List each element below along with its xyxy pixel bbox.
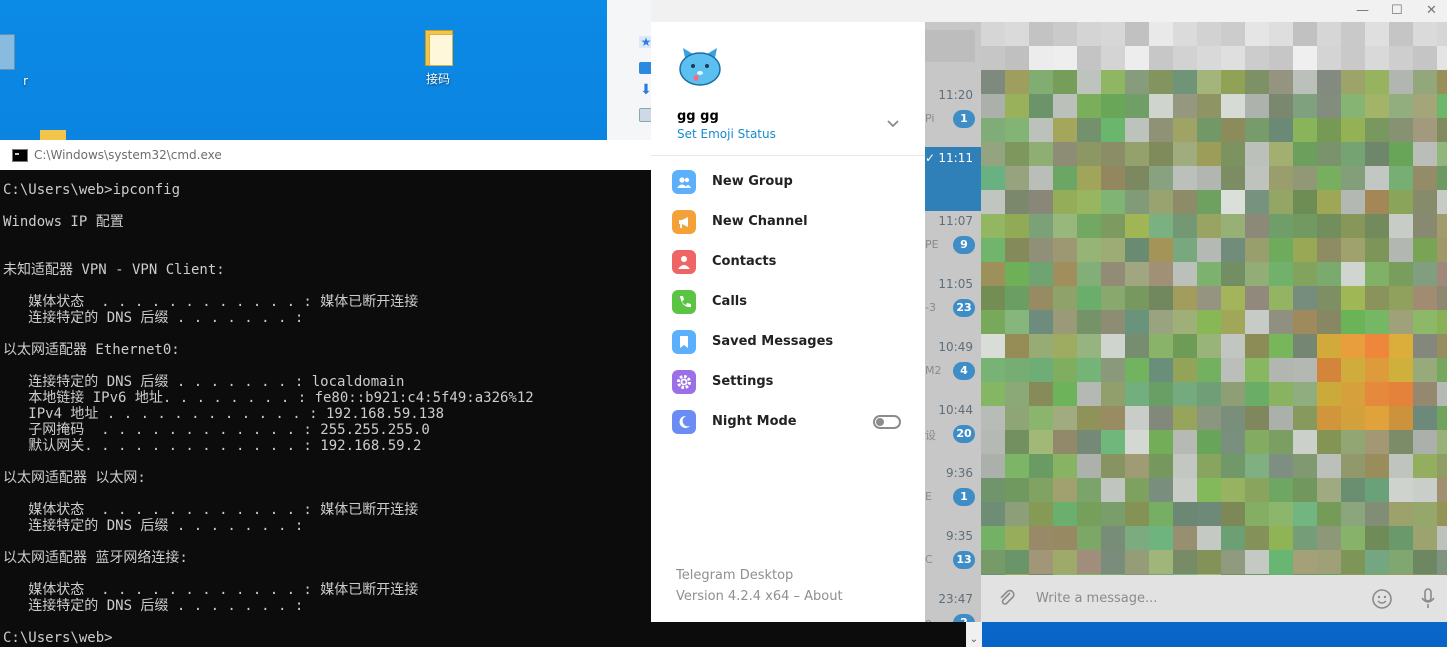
chat-snippet: o bbox=[925, 616, 932, 622]
chat-snippet: E bbox=[925, 490, 932, 503]
menu-item-new-channel[interactable]: New Channel bbox=[651, 202, 925, 242]
menu-item-calls[interactable]: Calls bbox=[651, 282, 925, 322]
menu-item-saved-messages[interactable]: Saved Messages bbox=[651, 322, 925, 362]
chat-list-item[interactable]: 9:35 C 13 bbox=[925, 525, 981, 589]
unread-badge: 13 bbox=[953, 551, 975, 569]
chat-pane[interactable]: Write a message... bbox=[981, 22, 1447, 622]
bookmark-icon bbox=[672, 330, 696, 354]
chat-time: 11:20 bbox=[938, 88, 973, 102]
close-icon[interactable]: ✕ bbox=[1426, 3, 1437, 18]
chat-list-item[interactable]: 10:44 设 20 bbox=[925, 399, 981, 463]
desktop-icon-folder[interactable]: 接码 bbox=[408, 28, 468, 87]
menu-item-new-group[interactable]: New Group bbox=[651, 162, 925, 202]
chat-time: 11:05 bbox=[938, 277, 973, 291]
telegram-main-menu: gg gg Set Emoji Status New Group New Chan… bbox=[651, 22, 925, 622]
chat-snippet: M2 bbox=[925, 364, 942, 377]
cmd-title: C:\Windows\system32\cmd.exe bbox=[34, 148, 222, 162]
chat-time: 23:47 bbox=[938, 592, 973, 606]
microphone-icon[interactable] bbox=[1419, 587, 1437, 611]
chat-list-item[interactable]: 11:07 PE 9 bbox=[925, 210, 981, 274]
divider bbox=[651, 155, 925, 156]
chat-snippet: 设 bbox=[925, 429, 936, 442]
version-about-link[interactable]: Version 4.2.4 x64 – About bbox=[676, 589, 843, 604]
profile-avatar[interactable] bbox=[677, 44, 723, 90]
chat-list-item[interactable]: 11:20 Pi 1 bbox=[925, 84, 981, 148]
telegram-window[interactable]: — ☐ ✕ 11:20 Pi 1 11:11 ✓ 11:07 PE 9 11:05 -3 23 10:… bbox=[651, 0, 1447, 622]
menu-item-label: New Group bbox=[712, 174, 793, 189]
unread-badge: 9 bbox=[953, 236, 975, 254]
emoji-icon[interactable] bbox=[1371, 588, 1393, 610]
chat-list-item[interactable]: 11:05 -3 23 bbox=[925, 273, 981, 337]
folder-icon bbox=[423, 28, 453, 66]
menu-item-label: Saved Messages bbox=[712, 334, 834, 349]
menu-item-label: Calls bbox=[712, 294, 747, 309]
unread-badge: 20 bbox=[953, 425, 975, 443]
desktop-icon-partial[interactable]: r bbox=[0, 32, 30, 88]
chat-time: 10:44 bbox=[938, 403, 973, 417]
chat-list-item[interactable]: 11:11 ✓ bbox=[925, 147, 981, 211]
chat-time: 11:11 bbox=[938, 151, 973, 165]
attach-icon[interactable] bbox=[997, 588, 1017, 608]
chat-list-item[interactable]: 9:36 E 1 bbox=[925, 462, 981, 526]
person-icon bbox=[672, 250, 696, 274]
folder-icon bbox=[40, 130, 66, 140]
chat-time: 11:07 bbox=[938, 214, 973, 228]
read-check-icon: ✓ bbox=[925, 151, 936, 165]
app-name: Telegram Desktop bbox=[676, 568, 794, 583]
unread-badge: 2 bbox=[953, 614, 975, 622]
pixelated-chat-background bbox=[981, 22, 1447, 575]
menu-item-contacts[interactable]: Contacts bbox=[651, 242, 925, 282]
scroll-down-icon[interactable]: ⌄ bbox=[966, 634, 982, 645]
unread-badge: 1 bbox=[953, 110, 975, 128]
chat-snippet: PE bbox=[925, 238, 939, 251]
chat-snippet: -3 bbox=[925, 301, 936, 314]
menu-item-label: Settings bbox=[712, 374, 774, 389]
megaphone-icon bbox=[672, 210, 696, 234]
chat-list[interactable]: 11:20 Pi 1 11:11 ✓ 11:07 PE 9 11:05 -3 23 10:49 M2 4 1… bbox=[925, 22, 981, 622]
moon-icon bbox=[672, 410, 696, 434]
toggle-knob bbox=[876, 418, 884, 426]
phone-icon bbox=[672, 290, 696, 314]
gear-icon bbox=[672, 370, 696, 394]
chat-time: 9:35 bbox=[946, 529, 973, 543]
unread-badge: 4 bbox=[953, 362, 975, 380]
app-icon bbox=[0, 32, 15, 70]
unread-badge: 23 bbox=[953, 299, 975, 317]
explorer-window-partial: ★ ⬇ bbox=[607, 0, 655, 140]
chat-snippet: C bbox=[925, 553, 933, 566]
message-composer[interactable]: Write a message... bbox=[981, 575, 1447, 622]
unread-badge: 1 bbox=[953, 488, 975, 506]
menu-item-label: New Channel bbox=[712, 214, 808, 229]
menu-item-settings[interactable]: Settings bbox=[651, 362, 925, 402]
chat-snippet: Pi bbox=[925, 112, 935, 125]
chat-time: 9:36 bbox=[946, 466, 973, 480]
message-input[interactable]: Write a message... bbox=[1036, 591, 1157, 606]
telegram-titlebar[interactable]: — ☐ ✕ bbox=[651, 0, 1447, 22]
desktop-icon-label: r bbox=[23, 74, 28, 88]
desktop-icon-label: 接码 bbox=[425, 72, 450, 86]
menu-item-night-mode[interactable]: Night Mode bbox=[651, 402, 925, 442]
profile-name: gg gg bbox=[677, 109, 719, 124]
cmd-app-icon bbox=[12, 148, 28, 162]
night-mode-toggle[interactable] bbox=[873, 415, 901, 429]
chevron-down-icon[interactable] bbox=[886, 117, 900, 131]
chat-list-item[interactable]: 23:47 o 2 bbox=[925, 588, 981, 622]
set-emoji-status-link[interactable]: Set Emoji Status bbox=[677, 127, 776, 141]
chat-time: 10:49 bbox=[938, 340, 973, 354]
maximize-icon[interactable]: ☐ bbox=[1391, 3, 1403, 18]
menu-item-label: Night Mode bbox=[712, 414, 797, 429]
cmd-output-line: C:\Users\web> bbox=[3, 630, 113, 646]
chat-list-item[interactable]: 10:49 M2 4 bbox=[925, 336, 981, 400]
menu-item-label: Contacts bbox=[712, 254, 777, 269]
minimize-icon[interactable]: — bbox=[1356, 3, 1369, 18]
group-icon bbox=[672, 170, 696, 194]
